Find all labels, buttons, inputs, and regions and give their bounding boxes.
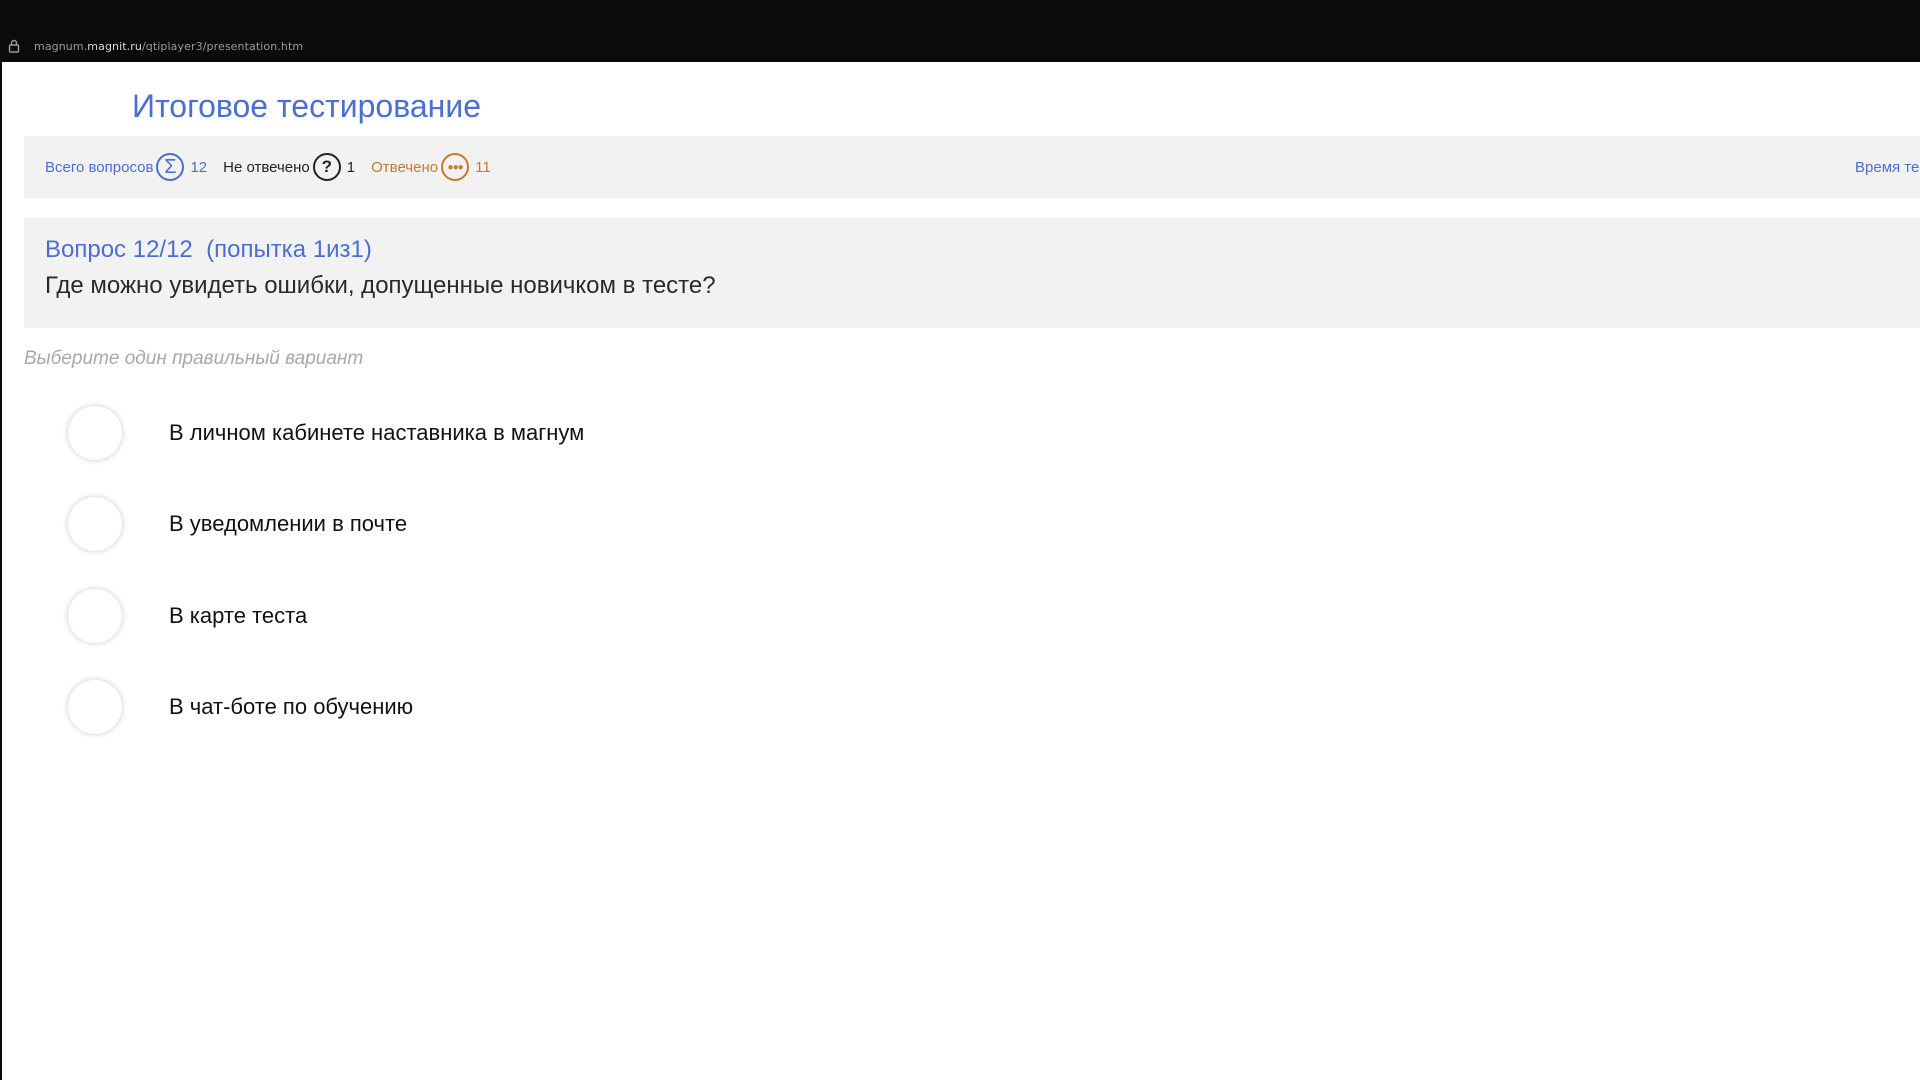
answered-label: Отвечено: [371, 158, 439, 176]
answered-value: 11: [475, 158, 491, 176]
url-prefix: magnum.: [34, 39, 88, 53]
question-box: Вопрос 12/12 (попытка 1из1) Где можно ув…: [24, 218, 1920, 328]
answer-option-label[interactable]: В чат-боте по обучению: [169, 694, 413, 720]
unanswered-value: 1: [346, 158, 356, 176]
total-questions-stat: Всего вопросов Σ 12: [45, 153, 207, 181]
radio-button[interactable]: [68, 497, 122, 551]
answer-option-label[interactable]: В личном кабинете наставника в магнум: [169, 420, 584, 446]
total-questions-value: 12: [190, 158, 208, 176]
answer-option-3[interactable]: В карте теста: [68, 586, 307, 646]
question-text: Где можно увидеть ошибки, допущенные нов…: [45, 272, 716, 299]
total-questions-label: Всего вопросов: [45, 158, 154, 176]
answer-option-label[interactable]: В карте теста: [169, 603, 307, 629]
url-domain: magnit.ru: [87, 39, 142, 53]
address-bar[interactable]: magnum.magnit.ru/qtiplayer3/presentation…: [8, 38, 303, 54]
question-number: Вопрос 12/12 (попытка 1из1): [45, 236, 372, 263]
answer-option-label[interactable]: В уведомлении в почте: [169, 511, 407, 537]
answer-hint: Выберите один правильный вариант: [24, 348, 364, 369]
radio-button[interactable]: [68, 680, 122, 734]
page-title: Итоговое тестирование: [132, 88, 481, 124]
lock-icon: [8, 39, 20, 53]
question-icon: ?: [312, 153, 341, 181]
url-text: magnum.magnit.ru/qtiplayer3/presentation…: [34, 40, 303, 53]
radio-button[interactable]: [68, 589, 122, 643]
browser-topbar: magnum.magnit.ru/qtiplayer3/presentation…: [0, 0, 1920, 62]
time-label: Время те: [1855, 158, 1920, 176]
ellipsis-icon: ●●●: [441, 153, 470, 181]
answer-option-1[interactable]: В личном кабинете наставника в магнум: [68, 403, 584, 463]
answered-stat[interactable]: Отвечено ●●● 11: [371, 153, 491, 181]
radio-button[interactable]: [68, 406, 122, 460]
url-path: /qtiplayer3/presentation.htm: [141, 39, 304, 53]
answer-option-2[interactable]: В уведомлении в почте: [68, 494, 407, 554]
unanswered-label: Не отвечено: [223, 158, 310, 176]
unanswered-stat[interactable]: Не отвечено ? 1: [223, 153, 355, 181]
sigma-icon: Σ: [156, 153, 185, 181]
test-page: Итоговое тестирование Всего вопросов Σ 1…: [2, 62, 1920, 1080]
stats-bar: Всего вопросов Σ 12 Не отвечено ? 1 Отве…: [24, 136, 1920, 198]
answer-option-4[interactable]: В чат-боте по обучению: [68, 677, 413, 737]
